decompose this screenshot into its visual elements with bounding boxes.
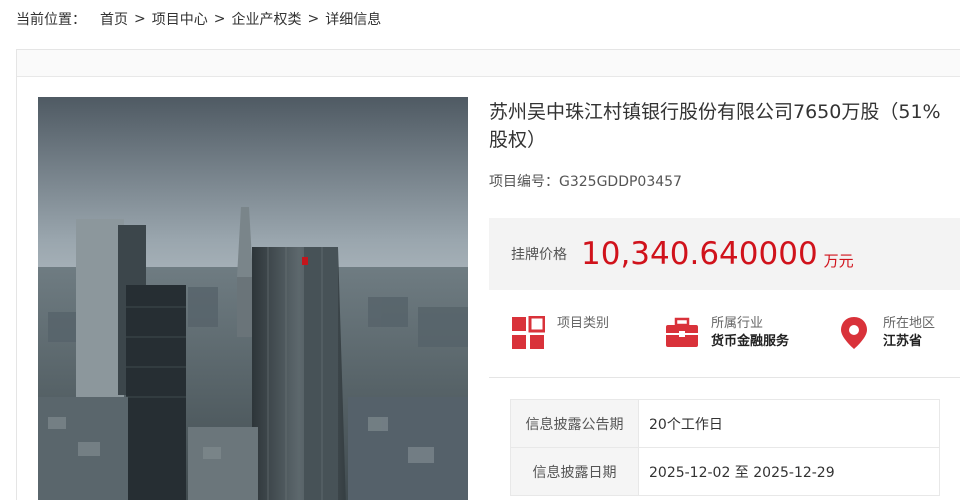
meta-industry-key: 所属行业 (711, 316, 764, 331)
disclosure-period-key: 信息披露公告期 (510, 399, 639, 448)
table-row: 信息披露日期 2025-12-02 至 2025-12-29 (510, 447, 940, 496)
breadcrumb-home-link[interactable]: 首页 (100, 9, 128, 29)
breadcrumb-separator: > (307, 11, 320, 27)
disclosure-date-value: 2025-12-02 至 2025-12-29 (638, 447, 940, 496)
breadcrumb-separator: > (134, 11, 146, 27)
breadcrumb-current-page: 详细信息 (325, 12, 382, 28)
breadcrumb: 当前位置： 首页 > 项目中心 > 企业产权类 > 详细信息 (16, 10, 381, 28)
project-photo (38, 97, 468, 500)
meta-region-key: 所在地区 (883, 316, 936, 331)
detail-panel-header (17, 50, 960, 77)
project-title: 苏州吴中珠江村镇银行股份有限公司7650万股（51%股权） (489, 101, 941, 151)
meta-region-value: 江苏省 (883, 334, 923, 349)
listing-price-unit: 万元 (823, 251, 854, 270)
meta-industry: 所属行业 货币金融服务 (665, 316, 789, 352)
listing-price-box: 挂牌价格 10,340.640000 万元 (489, 218, 960, 290)
meta-project-category: 项目类别 (511, 316, 609, 350)
table-row: 信息披露公告期 20个工作日 (510, 399, 940, 448)
category-icon (512, 316, 545, 349)
disclosure-date-key: 信息披露日期 (510, 447, 639, 496)
briefcase-icon (666, 317, 698, 347)
city-skyline-image (38, 97, 468, 500)
project-code: 项目编号：G325GDDP03457 (489, 171, 682, 191)
listing-price-value: 10,340.640000 (581, 236, 818, 272)
meta-region: 所在地区 江苏省 (837, 316, 935, 352)
meta-industry-value: 货币金融服务 (711, 334, 790, 349)
disclosure-period-value: 20个工作日 (638, 399, 940, 448)
disclosure-info-table: 信息披露公告期 20个工作日 信息披露日期 2025-12-02 至 2025-… (510, 399, 940, 496)
project-code-value: G325GDDP03457 (559, 174, 682, 190)
breadcrumb-label: 当前位置： (16, 12, 86, 28)
project-meta-row: 项目类别 所属行业 货币金融服务 所在地区 江苏省 (489, 308, 960, 378)
listing-price-label: 挂牌价格 (511, 247, 567, 263)
breadcrumb-separator: > (213, 11, 226, 27)
project-code-label: 项目编号： (489, 174, 559, 190)
breadcrumb-project-center-link[interactable]: 项目中心 (152, 9, 208, 29)
location-pin-icon (841, 317, 867, 349)
meta-category-key: 项目类别 (557, 316, 610, 331)
breadcrumb-equity-category-link[interactable]: 企业产权类 (231, 9, 301, 29)
